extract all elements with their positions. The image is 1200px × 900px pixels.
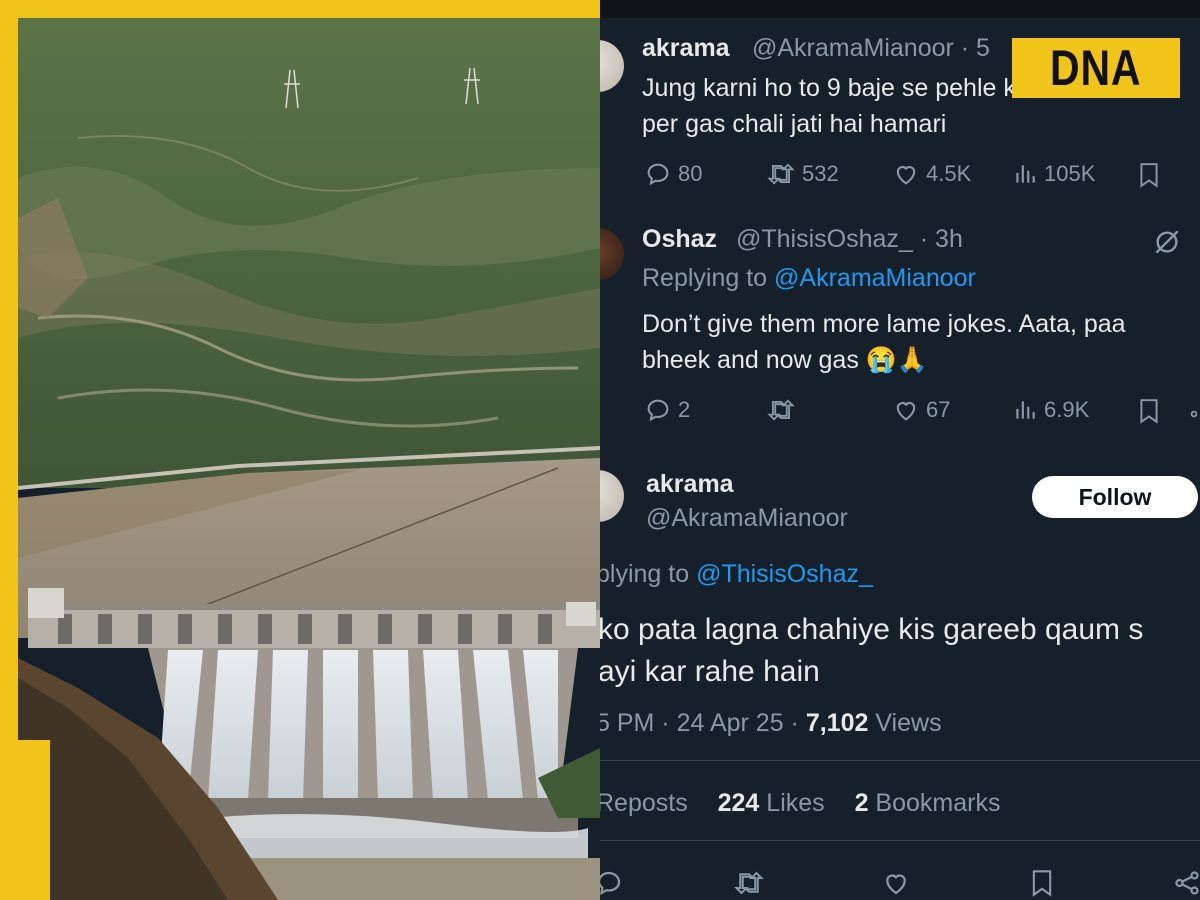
repost-icon bbox=[767, 163, 795, 185]
likes-count[interactable]: 224 bbox=[718, 789, 760, 817]
bookmark-button[interactable] bbox=[1028, 866, 1056, 900]
reply-button[interactable]: 80 bbox=[644, 160, 702, 188]
bookmarks-count[interactable]: 2 bbox=[855, 789, 869, 817]
repost-count: 532 bbox=[802, 161, 839, 186]
dna-logo: DNA bbox=[1012, 38, 1180, 98]
dna-logo-text: DNA bbox=[1050, 40, 1142, 96]
yellow-frame-bottom-left bbox=[18, 740, 50, 900]
views-count: 105K bbox=[1044, 161, 1096, 186]
like-count: 4.5K bbox=[926, 161, 972, 186]
avatar[interactable] bbox=[600, 470, 624, 522]
views-icon bbox=[1016, 165, 1035, 183]
bookmark-button[interactable] bbox=[1136, 160, 1162, 190]
reply-button[interactable]: 2 bbox=[644, 396, 690, 424]
dam-photo bbox=[18, 18, 600, 900]
like-button[interactable]: 4.5K bbox=[892, 160, 971, 188]
views-count: 6.9K bbox=[1044, 397, 1090, 422]
main-tweet-text-line: ayi kar rahe hain bbox=[600, 655, 820, 688]
engagement-stats: Reposts 224 Likes 2 Bookmarks bbox=[600, 789, 1000, 818]
tweet-author-handle[interactable]: @ThisisOshaz_ · 3h bbox=[736, 225, 963, 254]
reply-icon bbox=[647, 163, 669, 186]
tweet-text-line: bheek and now gas 😭🙏 bbox=[642, 346, 929, 374]
follow-button[interactable]: Follow bbox=[1032, 476, 1198, 518]
main-tweet-timestamp[interactable]: 5 PM · 24 Apr 25 · bbox=[600, 709, 806, 737]
replying-to-prefix: Replying to bbox=[642, 264, 775, 292]
bookmark-icon bbox=[1140, 399, 1158, 424]
tweet-author-handle[interactable]: @AkramaMianoor · 5 bbox=[752, 34, 990, 63]
like-icon bbox=[886, 874, 906, 895]
divider bbox=[600, 840, 1200, 841]
like-icon bbox=[896, 402, 916, 421]
panel-top-strip bbox=[600, 0, 1200, 18]
reposts-stat[interactable]: Reposts bbox=[600, 789, 688, 817]
share-icon bbox=[1190, 410, 1198, 418]
like-count: 67 bbox=[926, 397, 951, 422]
reply-count: 2 bbox=[678, 397, 691, 422]
views-button[interactable]: 6.9K bbox=[1012, 396, 1089, 424]
tweet-author-name[interactable]: Oshaz bbox=[642, 225, 717, 254]
replying-to-handle-link[interactable]: @AkramaMianoor bbox=[774, 264, 976, 292]
reply-icon bbox=[647, 399, 669, 422]
like-button[interactable] bbox=[880, 868, 912, 898]
main-tweet-author-name[interactable]: akrama bbox=[646, 470, 734, 499]
repost-icon bbox=[767, 399, 795, 421]
main-tweet-views-label: Views bbox=[868, 709, 942, 737]
replying-to-prefix: plying to bbox=[600, 560, 697, 588]
reply-icon bbox=[600, 871, 621, 896]
repost-button[interactable] bbox=[766, 396, 802, 424]
tweet-text-line: per gas chali jati hai hamari bbox=[642, 110, 947, 138]
like-button[interactable]: 67 bbox=[892, 396, 950, 424]
replying-to-handle-link[interactable]: @ThisisOshaz_ bbox=[696, 560, 873, 588]
main-tweet-views-count: 7,102 bbox=[805, 709, 869, 737]
divider bbox=[600, 760, 1200, 761]
repost-button[interactable] bbox=[732, 868, 766, 898]
tweet-thread-panel: akrama @AkramaMianoor · 5 Jung karni ho … bbox=[600, 0, 1200, 900]
likes-label[interactable]: Likes bbox=[759, 789, 824, 817]
avatar[interactable] bbox=[600, 228, 624, 280]
bookmark-icon bbox=[1032, 870, 1052, 897]
main-tweet-text-line: ko pata lagna chahiye kis gareeb qaum s bbox=[600, 613, 1144, 646]
views-button[interactable]: 105K bbox=[1012, 160, 1095, 188]
bookmark-icon bbox=[1140, 163, 1158, 188]
reply-count: 80 bbox=[678, 161, 703, 186]
main-tweet-author-handle[interactable]: @AkramaMianoor bbox=[646, 504, 848, 533]
avatar[interactable] bbox=[600, 40, 624, 92]
share-button[interactable] bbox=[1188, 402, 1200, 422]
grok-icon[interactable] bbox=[1150, 226, 1184, 258]
views-icon bbox=[1016, 401, 1035, 419]
share-button[interactable] bbox=[1172, 868, 1200, 898]
bookmarks-label[interactable]: Bookmarks bbox=[868, 789, 1000, 817]
bookmark-button[interactable] bbox=[1136, 396, 1162, 426]
tweet-author-name[interactable]: akrama bbox=[642, 34, 730, 63]
repost-button[interactable]: 532 bbox=[766, 160, 839, 188]
share-icon bbox=[1175, 871, 1199, 895]
replying-to: plying to @ThisisOshaz_ bbox=[600, 560, 873, 589]
replying-to: Replying to @AkramaMianoor bbox=[642, 264, 976, 293]
reply-button[interactable] bbox=[600, 868, 624, 898]
repost-icon bbox=[734, 871, 764, 895]
like-icon bbox=[896, 166, 916, 185]
yellow-frame-left bbox=[0, 0, 18, 900]
main-tweet-meta: 5 PM · 24 Apr 25 · 7,102 Views bbox=[600, 709, 942, 738]
tweet-text-line: Don’t give them more lame jokes. Aata, p… bbox=[642, 310, 1126, 338]
